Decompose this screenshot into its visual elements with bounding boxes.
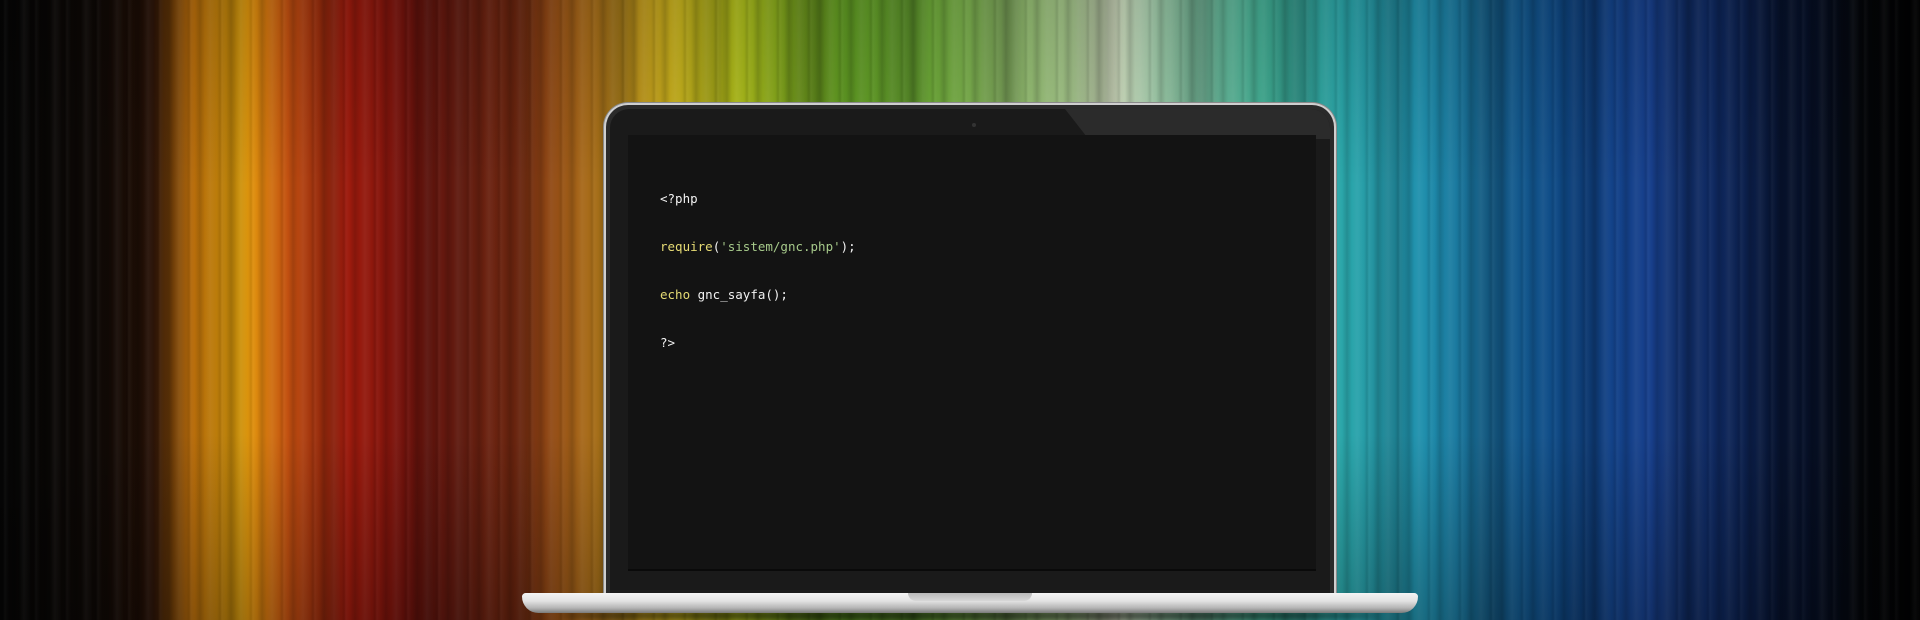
laptop-bezel: <?php require('sistem/gnc.php'); echo gn…	[610, 109, 1330, 595]
code-line-2: require('sistem/gnc.php');	[660, 239, 856, 255]
code-token: 'sistem/gnc.php'	[720, 239, 841, 254]
code-line-1: <?php	[660, 191, 856, 207]
laptop-opening-notch	[908, 593, 1032, 601]
code-token: ?>	[660, 335, 676, 350]
code-token: gnc_sayfa();	[690, 287, 788, 302]
screen-bottom-edge	[628, 569, 1316, 571]
code-line-3: echo gnc_sayfa();	[660, 287, 856, 303]
code-token: echo	[660, 287, 691, 302]
laptop-screen: <?php require('sistem/gnc.php'); echo gn…	[628, 135, 1316, 569]
code-line-4: ?>	[660, 335, 856, 351]
laptop-base	[522, 593, 1418, 613]
hero-banner: <?php require('sistem/gnc.php'); echo gn…	[0, 0, 1920, 620]
code-token: require	[660, 239, 713, 254]
code-editor: <?php require('sistem/gnc.php'); echo gn…	[660, 159, 856, 383]
code-token: );	[840, 239, 856, 254]
code-token: <?php	[660, 191, 698, 206]
camera-icon	[972, 123, 976, 127]
laptop-lid: <?php require('sistem/gnc.php'); echo gn…	[606, 105, 1334, 595]
